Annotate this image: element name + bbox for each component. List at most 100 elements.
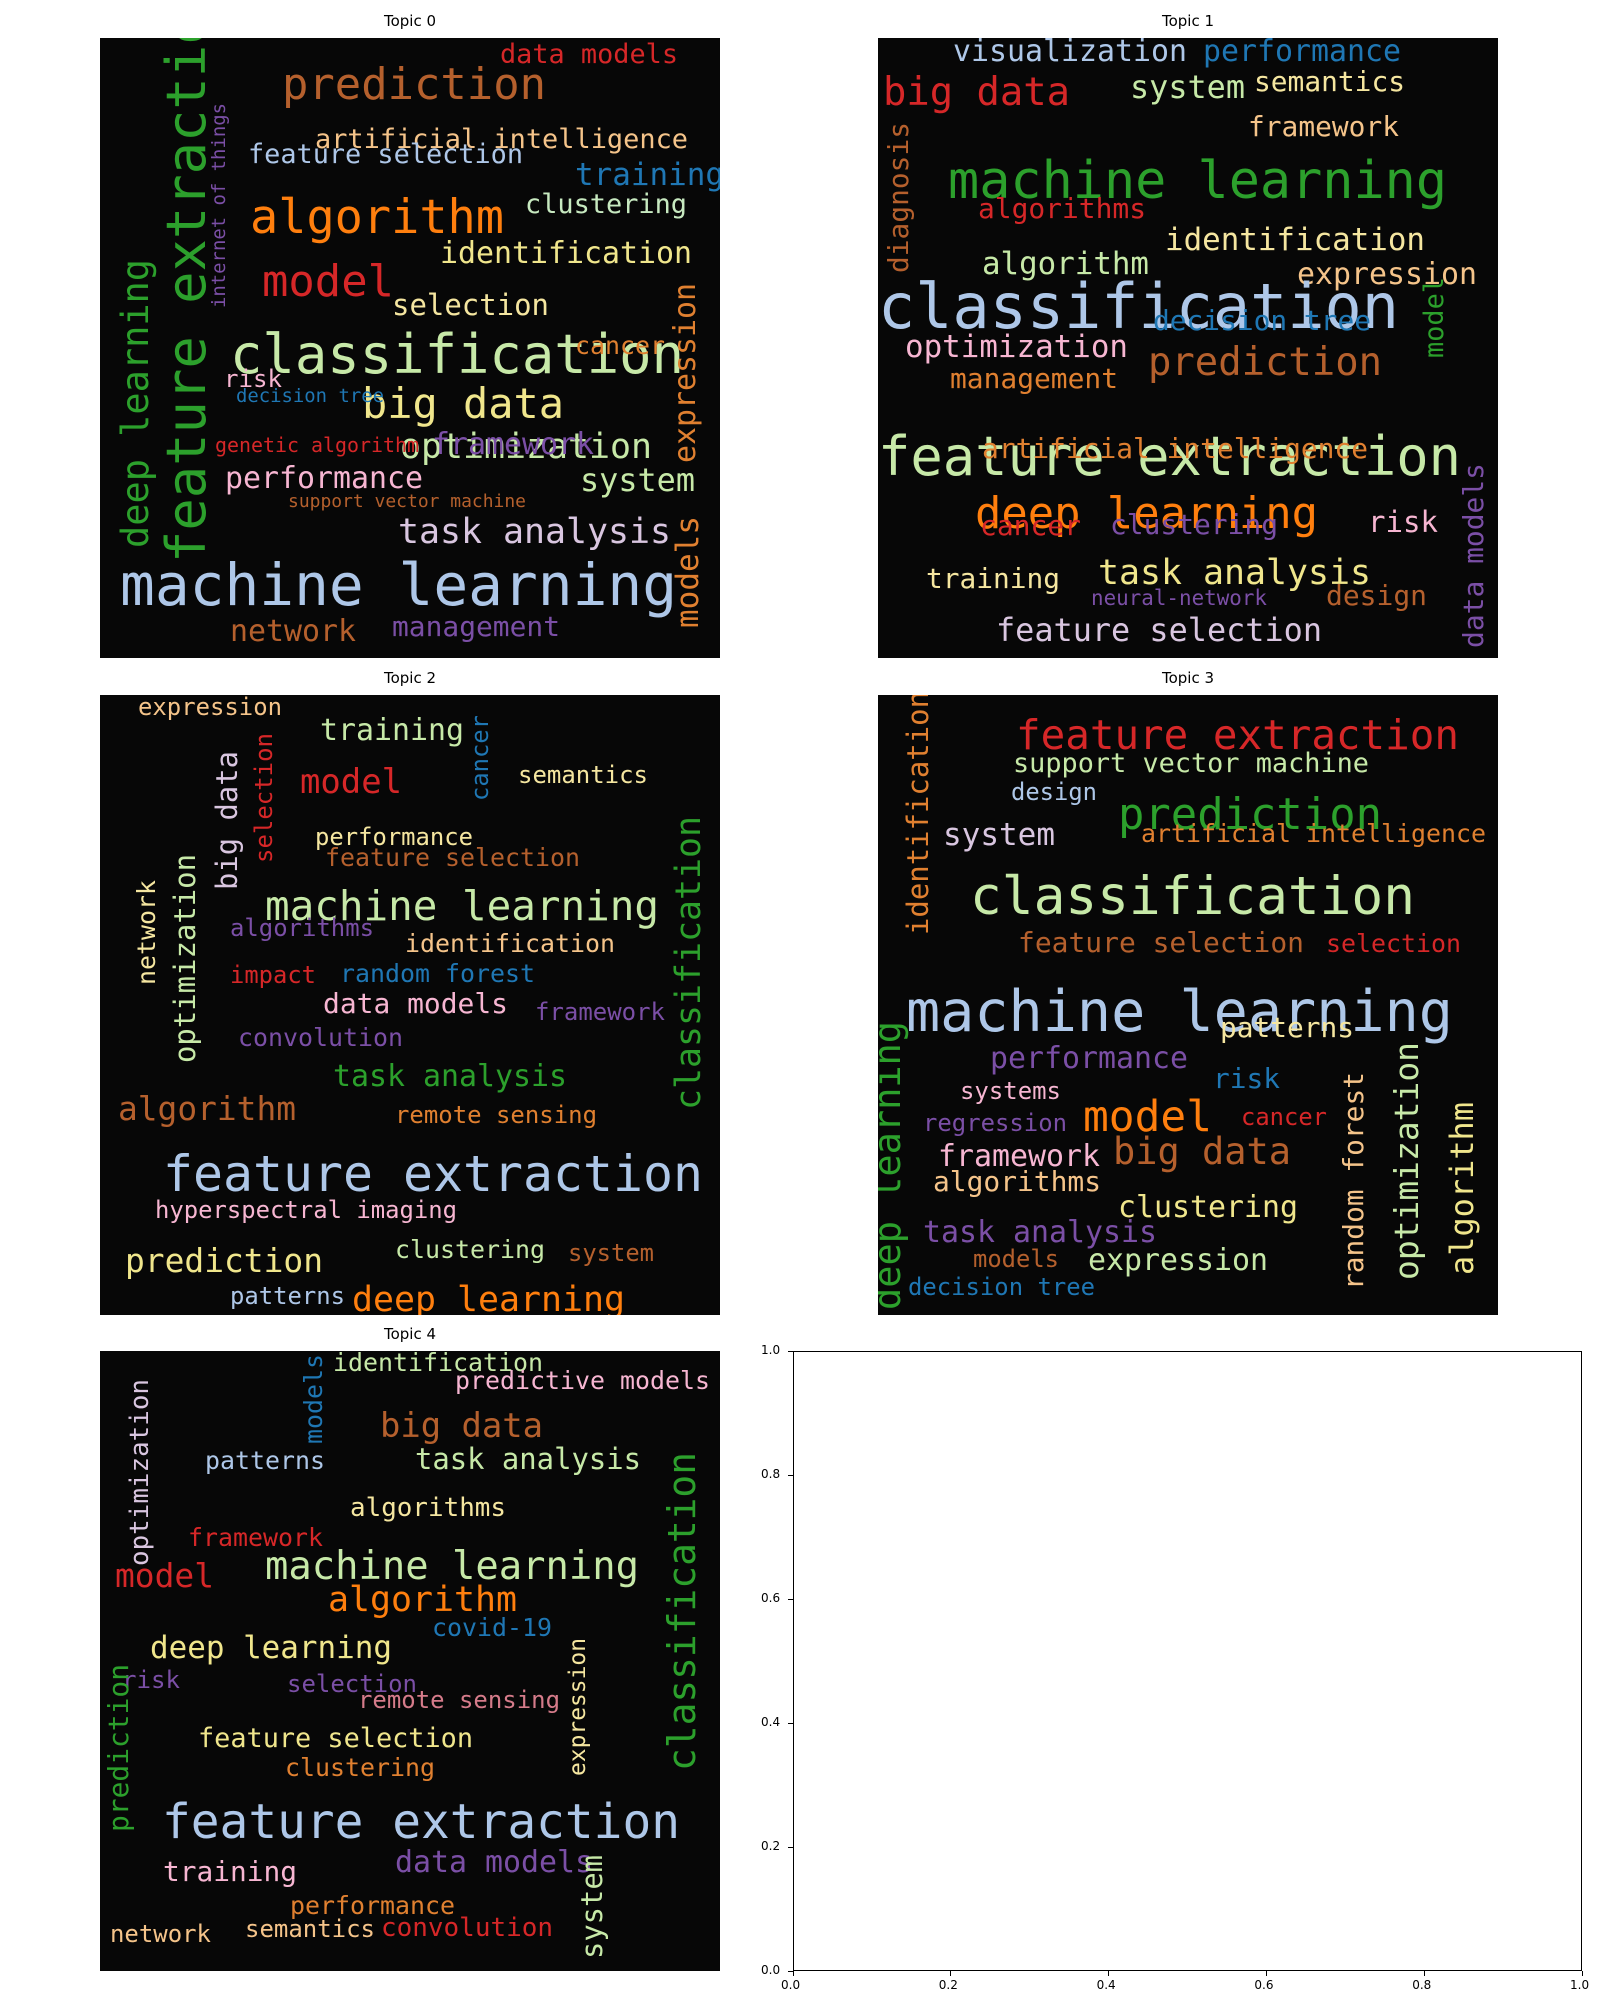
- word-impact: impact: [230, 961, 316, 989]
- word-framework: framework: [1248, 110, 1399, 143]
- word-cancer: cancer: [466, 715, 494, 801]
- y-tick-mark: [788, 1722, 793, 1724]
- word-system: system: [568, 1239, 654, 1267]
- word-framework: framework: [432, 427, 594, 462]
- wordcloud-topic-2: expression training model semantics performa…: [100, 695, 720, 1315]
- word-classification: classification: [669, 816, 709, 1110]
- word-deep-learning: deep learning: [114, 259, 157, 548]
- word-algorithm: algorithm: [1443, 1102, 1481, 1275]
- word-regression: regression: [923, 1109, 1067, 1137]
- word-cancer: cancer: [1241, 1103, 1327, 1131]
- x-tick-mark: [1581, 1971, 1583, 1976]
- word-convolution: convolution: [238, 1023, 403, 1052]
- word-deep-learning: deep learning: [352, 1280, 625, 1315]
- word-big-data: big data: [380, 1406, 543, 1446]
- word-task-analysis: task analysis: [333, 1059, 567, 1094]
- x-tick-mark: [950, 1971, 952, 1976]
- y-tick-mark: [788, 1970, 793, 1972]
- word-semantics: semantics: [1254, 65, 1405, 98]
- word-classification: classification: [660, 1452, 704, 1771]
- word-identification: identification: [1165, 222, 1425, 258]
- word-prediction: prediction: [125, 1241, 323, 1280]
- word-deep-learning: deep learning: [878, 1021, 909, 1310]
- word-system: system: [575, 1855, 609, 1959]
- panel-title-topic-3: Topic 3: [1161, 669, 1215, 687]
- word-predictive-models: predictive models: [455, 1366, 710, 1395]
- word-risk: risk: [1213, 1062, 1280, 1095]
- x-tick-label: 1.0: [1570, 1978, 1590, 1992]
- word-internet-of-things: internet of things: [208, 103, 230, 308]
- panel-title-topic-1: Topic 1: [1161, 12, 1215, 30]
- word-models: models: [973, 1245, 1059, 1273]
- wordcloud-topic-0: data models prediction artificial intellig…: [100, 38, 720, 658]
- word-feature-extraction: feature extraction: [162, 1794, 680, 1850]
- y-tick-label: 0.4: [761, 1715, 781, 1729]
- word-management: management: [950, 362, 1118, 395]
- wordcloud-topic-1: visualization performance big data system se…: [878, 38, 1498, 658]
- word-clustering: clustering: [1110, 508, 1278, 541]
- word-feature-selection: feature selection: [996, 611, 1322, 649]
- word-semantics: semantics: [245, 1915, 375, 1943]
- word-cancer: cancer: [980, 509, 1081, 542]
- word-visualization: visualization: [953, 38, 1187, 69]
- word-big-data: big data: [362, 379, 564, 428]
- word-expression: expression: [138, 695, 282, 721]
- word-remote-sensing: remote sensing: [358, 1686, 560, 1714]
- word-network: network: [132, 880, 161, 985]
- x-tick-label: 0.2: [938, 1978, 958, 1992]
- word-algorithms: algorithms: [933, 1165, 1101, 1198]
- wordcloud-canvas: expressiontrainingmodel semanticsperforma…: [118, 695, 709, 1315]
- word-management: management: [392, 610, 560, 643]
- word-model: model: [300, 762, 402, 802]
- word-patterns: patterns: [1220, 1011, 1354, 1044]
- word-expression: expression: [1088, 1243, 1268, 1278]
- word-decision-tree: decision tree: [236, 385, 384, 407]
- word-classification: classification: [970, 866, 1415, 927]
- word-algorithms: algorithms: [978, 192, 1146, 225]
- word-remote-sensing: remote sensing: [395, 1101, 597, 1129]
- word-support-vector-machine: support vector machine: [288, 491, 526, 512]
- word-big-data: big data: [883, 70, 1070, 115]
- word-optimization: optimization: [125, 1379, 155, 1566]
- word-system: system: [580, 461, 695, 499]
- word-genetic-algorithm: genetic algorithm: [215, 433, 419, 457]
- y-tick-label: 0.6: [761, 1591, 781, 1605]
- word-clustering: clustering: [525, 189, 687, 220]
- word-training: training: [575, 157, 720, 193]
- word-optimization: optimization: [1387, 1042, 1426, 1280]
- word-clustering: clustering: [285, 1753, 435, 1782]
- wordcloud-topic-4: identification predictive models big data p…: [100, 1351, 720, 1971]
- word-optimization: optimization: [168, 854, 202, 1063]
- word-artificial-intelligence: artificial intelligence: [1141, 819, 1486, 848]
- x-tick-mark: [792, 1971, 794, 1976]
- word-feature-selection: feature selection: [1018, 926, 1304, 959]
- word-hyperspectral-imaging: hyperspectral imaging: [155, 1196, 457, 1224]
- panel-title-topic-2: Topic 2: [383, 669, 437, 687]
- word-artificial-intelligence: artificial intelligence: [982, 432, 1368, 465]
- word-machine-learning: machine learning: [906, 979, 1453, 1045]
- word-neural-network: neural-network: [1091, 586, 1267, 610]
- word-algorithms: algorithms: [350, 1493, 506, 1523]
- word-feature-selection: feature selection: [198, 1723, 473, 1754]
- word-model: model: [1419, 277, 1450, 358]
- word-systems: systems: [960, 1077, 1061, 1105]
- wordcloud-canvas: data modelspredictionartificial intellig…: [114, 38, 720, 649]
- word-decision-tree: decision tree: [908, 1273, 1095, 1301]
- word-prediction: prediction: [1148, 340, 1382, 385]
- y-tick-mark: [788, 1846, 793, 1848]
- wordcloud-canvas: visualization performancebig data system se…: [878, 38, 1490, 649]
- y-tick-label: 0.0: [761, 1963, 781, 1977]
- word-task-analysis: task analysis: [415, 1442, 641, 1476]
- word-risk: risk: [1368, 505, 1439, 539]
- word-big-data: big data: [210, 751, 244, 890]
- word-design: design: [1011, 778, 1097, 806]
- word-patterns: patterns: [205, 1446, 325, 1475]
- y-tick-mark: [788, 1598, 793, 1600]
- word-algorithm: algorithm: [118, 1089, 296, 1128]
- word-cancer: cancer: [575, 331, 665, 360]
- word-training: training: [163, 1855, 297, 1888]
- word-design: design: [1326, 579, 1427, 612]
- x-tick-mark: [1423, 1971, 1425, 1976]
- word-task-analysis: task analysis: [398, 512, 671, 552]
- word-model: model: [262, 256, 394, 307]
